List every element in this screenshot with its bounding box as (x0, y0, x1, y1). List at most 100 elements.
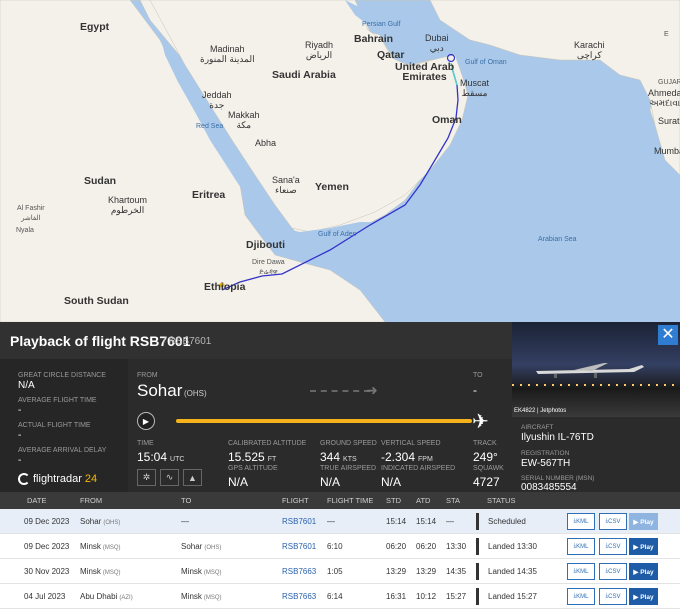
table-row[interactable]: 09 Dec 2023 Sohar (OHS) — RSB7601 — 15:14… (0, 509, 680, 534)
vertical-speed-number: -2.304 (381, 450, 416, 464)
status-bar (476, 563, 479, 580)
aad-label: AVERAGE ARRIVAL DELAY (18, 447, 107, 454)
col-from: FROM (80, 496, 103, 505)
csv-download-button[interactable]: ⤓ CSV (599, 563, 627, 580)
col-atd: ATD (416, 496, 431, 505)
settings-tool-button[interactable]: ✲ (137, 469, 156, 486)
route-dashes (310, 390, 370, 392)
cell-flight-time: 6:14 (327, 592, 343, 601)
route-tool-button[interactable]: ∿ (160, 469, 179, 486)
map-label-eritrea: Eritrea (192, 189, 226, 201)
cell-to-code: (MSQ) (203, 595, 222, 601)
time-value: 15:04 UTC (137, 450, 184, 464)
cell-to: Sohar (OHS) (181, 542, 221, 551)
summary-column: GREAT CIRCLE DISTANCE N/A AVERAGE FLIGHT… (0, 359, 128, 492)
close-button[interactable]: ✕ (658, 325, 678, 345)
cell-from: Abu Dhabi (AZI) (80, 592, 133, 601)
map-label-arabian-sea: Arabian Sea (538, 236, 577, 243)
cell-std: 06:20 (386, 542, 407, 551)
col-flight: FLIGHT (282, 496, 309, 505)
cell-flight-link[interactable]: RSB7663 (282, 592, 316, 601)
csv-download-button[interactable]: ⤓ CSV (599, 588, 627, 605)
status-bar (476, 588, 479, 605)
table-row[interactable]: 09 Dec 2023 Minsk (MSQ) Sohar (OHS) RSB760… (0, 534, 680, 559)
gps-alt-label: GPS ALTITUDE (228, 465, 278, 472)
cell-flight-link[interactable]: RSB7663 (282, 567, 316, 576)
cell-from: Minsk (MSQ) (80, 542, 121, 551)
kml-download-button[interactable]: ⤓ KML (567, 513, 595, 530)
cal-alt-label: CALIBRATED ALTITUDE (228, 440, 307, 447)
cell-to: — (181, 517, 191, 526)
table-row[interactable]: 30 Nov 2023 Minsk (MSQ) Minsk (MSQ) RSB766… (0, 559, 680, 584)
cell-flight-time: — (327, 517, 335, 526)
tas-value: N/A (320, 475, 341, 489)
map-label-uae: United Arab Emirates (395, 61, 455, 83)
map-label-sanaa: Sana'a صنعاء (272, 175, 300, 195)
col-std: STD (386, 496, 401, 505)
map-label-bahrain: Bahrain (354, 33, 394, 45)
playback-progress-bar[interactable] (176, 419, 472, 423)
cell-from-city: Minsk (80, 567, 101, 576)
cell-flight-link[interactable]: RSB7601 (282, 542, 316, 551)
cell-to-city: Sohar (181, 542, 203, 551)
map-label-abha: Abha (255, 138, 277, 148)
cell-to-code: (MSQ) (203, 570, 222, 576)
row-play-button[interactable]: ▶ Play (629, 538, 658, 555)
cell-from-city: Abu Dhabi (80, 592, 118, 601)
aircraft-type-label: AIRCRAFT (521, 424, 554, 431)
ground-speed-label: GROUND SPEED (320, 440, 377, 447)
csv-download-button[interactable]: ⤓ CSV (599, 513, 627, 530)
map-label-ethiopia: Ethiopia (204, 281, 246, 293)
time-unit: UTC (170, 456, 185, 463)
cell-status: Landed 14:35 (488, 567, 537, 576)
play-icon: ▶ (142, 416, 150, 426)
map-label-jeddah: Jeddah جدة (202, 90, 232, 110)
map-label-makkah: Makkah مكة (228, 110, 260, 130)
squawk-label: SQUAWK (473, 465, 504, 472)
ground-speed-number: 344 (320, 450, 341, 464)
cell-from-code: (AZI) (119, 595, 133, 601)
cell-flight-time: 1:05 (327, 567, 343, 576)
map-label-persian-gulf: Persian Gulf (362, 21, 401, 28)
map-label-karachi: Karachi كراچی (574, 40, 605, 60)
kml-download-button[interactable]: ⤓ KML (567, 563, 595, 580)
cell-from-code: (OHS) (103, 520, 121, 526)
row-play-button[interactable]: ▶ Play (629, 563, 658, 580)
registration-value: EW-567TH (521, 458, 571, 469)
row-play-button[interactable]: ▶ Play (629, 513, 658, 530)
map-label-yemen: Yemen (315, 181, 349, 193)
csv-download-button[interactable]: ⤓ CSV (599, 538, 627, 555)
col-to: TO (181, 496, 192, 505)
map-label-ahmedabad: Ahmedab અમદાવાદ (648, 88, 680, 108)
act-value: - (18, 430, 22, 441)
map-label-mumbai: Mumbai (654, 146, 680, 156)
chart-tool-button[interactable]: ▲ (183, 469, 202, 486)
from-city: Sohar (137, 381, 183, 400)
vertical-speed-unit: FPM (418, 456, 433, 463)
photo-credit[interactable]: EK4822 | Jetphotos (514, 408, 566, 414)
col-status: STATUS (487, 496, 516, 505)
cell-to-code: (OHS) (204, 545, 222, 551)
ias-label: INDICATED AIRSPEED (381, 465, 456, 472)
ground-speed-value: 344 KTS (320, 450, 357, 464)
map-label-qatar: Qatar (377, 49, 405, 61)
table-row[interactable]: 04 Jul 2023 Abu Dhabi (AZI) Minsk (MSQ) RS… (0, 584, 680, 609)
cell-status: Landed 13:30 (488, 542, 537, 551)
play-button[interactable]: ▶ (137, 412, 155, 430)
cell-from-city: Sohar (80, 517, 102, 526)
col-date: DATE (27, 496, 47, 505)
map-label-nyala: Nyala (16, 227, 34, 234)
row-play-button[interactable]: ▶ Play (629, 588, 658, 605)
track-label: TRACK (473, 440, 497, 447)
cell-from-code: (MSQ) (102, 570, 121, 576)
cell-flight-link[interactable]: RSB7601 (282, 517, 316, 526)
flightradar-logo[interactable]: flightradar 24 (18, 473, 97, 485)
map-view[interactable]: Egypt Madinah المدينة المنورة Riyadh الر… (0, 0, 680, 322)
track-value: 249° (473, 450, 498, 464)
gcd-value: N/A (18, 380, 35, 391)
kml-download-button[interactable]: ⤓ KML (567, 538, 595, 555)
act-label: ACTUAL FLIGHT TIME (18, 422, 91, 429)
aircraft-photo[interactable]: EK4822 | Jetphotos (512, 322, 680, 417)
kml-download-button[interactable]: ⤓ KML (567, 588, 595, 605)
cell-atd: 13:29 (416, 567, 437, 576)
